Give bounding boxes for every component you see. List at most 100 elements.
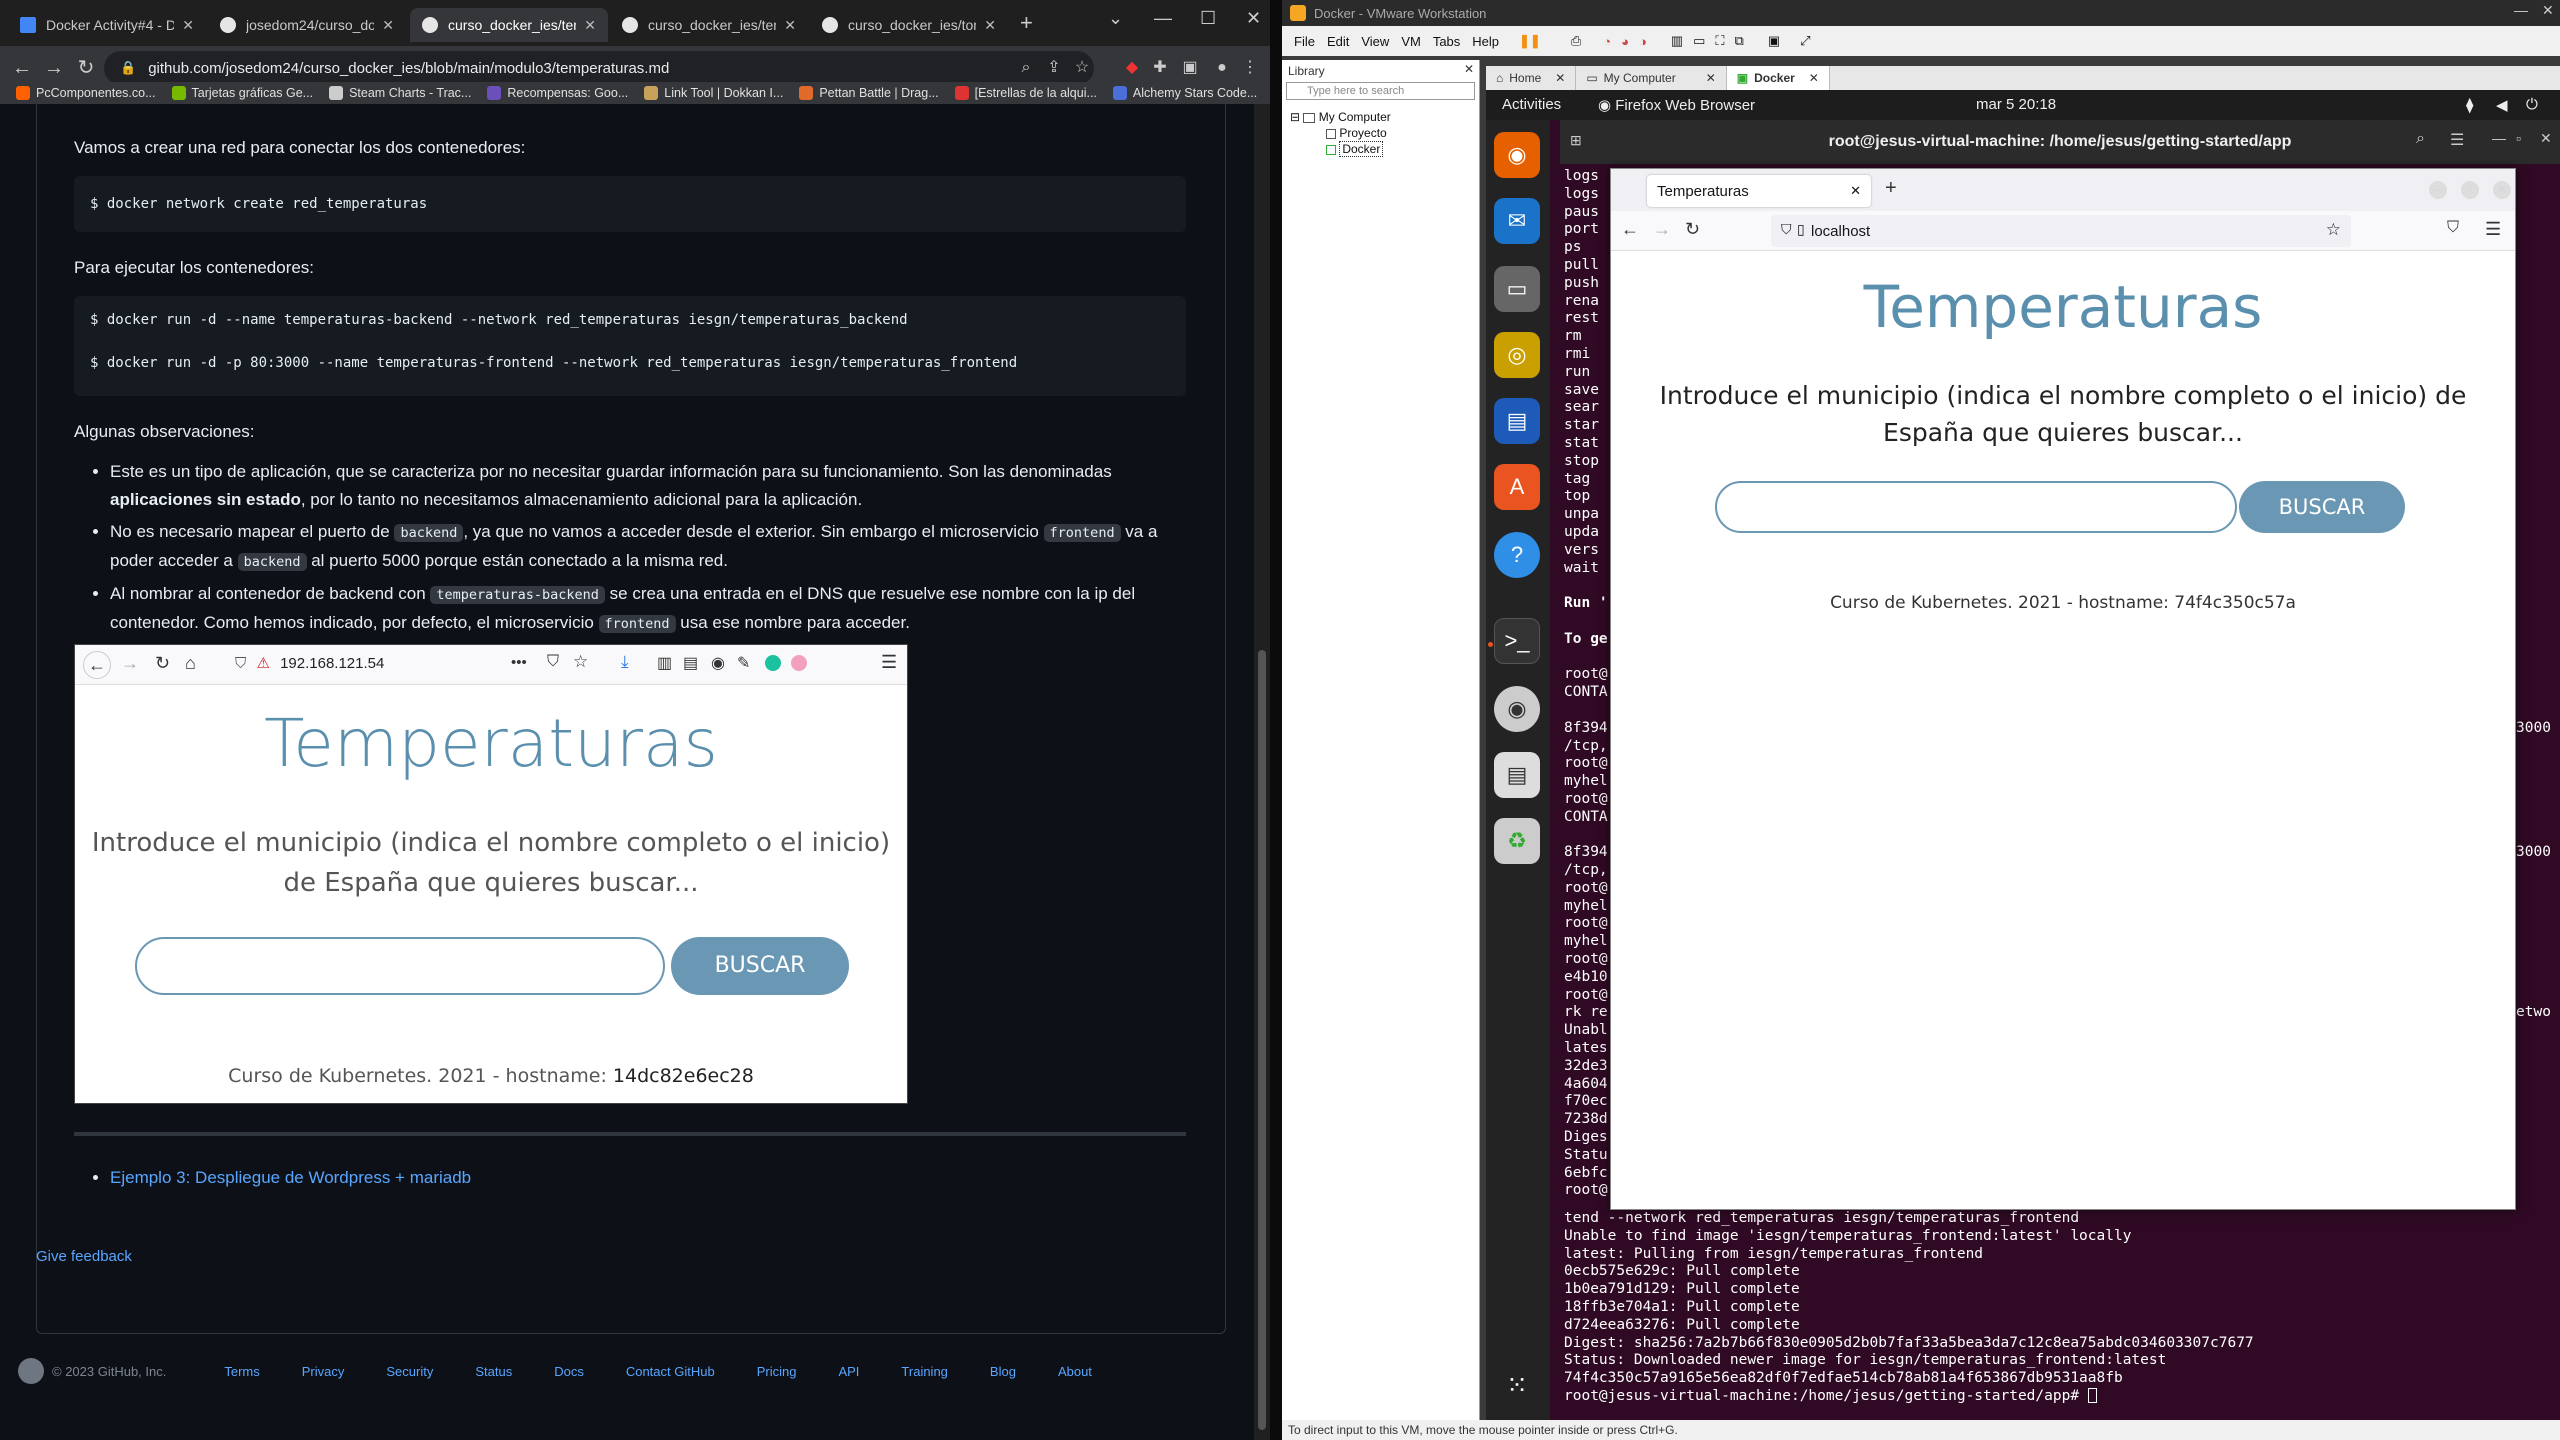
firefox-tab-temperaturas[interactable]: Temperaturas ✕ [1647, 175, 1871, 207]
terminal-close-icon[interactable]: ✕ [2540, 130, 2552, 147]
footer-link-training[interactable]: Training [901, 1364, 947, 1379]
tree-item-docker[interactable]: Docker [1282, 141, 1479, 157]
footer-link-about[interactable]: About [1058, 1364, 1092, 1379]
thunderbird-dock-icon[interactable]: ✉ [1494, 198, 1540, 244]
sidepanel-icon[interactable]: ▣ [1176, 54, 1204, 82]
library-close-icon[interactable]: ✕ [1464, 62, 1474, 76]
puzzle-icon[interactable]: ✚ [1146, 54, 1174, 82]
snapshot-icon[interactable]: ◔ [1603, 34, 1611, 49]
footer-link-privacy[interactable]: Privacy [302, 1364, 345, 1379]
vmware-minimize-icon[interactable]: — [2514, 2, 2528, 18]
firefox-app-menu[interactable]: ◉ Firefox Web Browser [1598, 96, 1755, 114]
footer-link-contact[interactable]: Contact GitHub [626, 1364, 715, 1379]
maximize-icon[interactable]: ☐ [1200, 8, 1216, 29]
buscar-button[interactable]: BUSCAR [2239, 481, 2405, 533]
power-icon[interactable]: ⏻ [2526, 96, 2538, 113]
ff-reload-icon[interactable]: ↻ [1685, 219, 1700, 240]
help-dock-icon[interactable]: ? [1494, 532, 1540, 578]
firefox-dock-icon[interactable]: ◉ [1494, 132, 1540, 178]
unity-icon[interactable]: ⧉ [1735, 33, 1744, 49]
new-tab-button[interactable]: + [1020, 10, 1033, 36]
terminal-search-icon[interactable]: ⌕ [2416, 130, 2425, 148]
close-tab-icon[interactable]: ✕ [984, 17, 996, 34]
vmware-close-icon[interactable]: ✕ [2542, 2, 2554, 19]
bookmark-steam-charts[interactable]: Steam Charts - Trac... [329, 86, 471, 100]
chrome-tab-github-3[interactable]: curso_docker_ies/temper ✕ [610, 8, 808, 42]
close-tab-icon[interactable]: ✕ [584, 17, 596, 34]
forward-icon[interactable]: → [40, 54, 68, 82]
tab-search-icon[interactable]: ⌄ [1108, 8, 1123, 29]
menu-view[interactable]: View [1361, 34, 1389, 49]
footer-link-pricing[interactable]: Pricing [757, 1364, 797, 1379]
next-example-link[interactable]: Ejemplo 3: Despliegue de Wordpress + mar… [110, 1168, 471, 1187]
terminal-maximize-icon[interactable]: ▫ [2516, 130, 2521, 146]
share-icon[interactable]: ⇪ [1040, 54, 1068, 82]
tree-item-proyecto[interactable]: Proyecto [1282, 126, 1479, 140]
console-view-icon[interactable]: ▣ [1768, 33, 1780, 49]
close-tab-icon[interactable]: ✕ [382, 17, 394, 34]
firefox-new-tab-button[interactable]: + [1885, 177, 1897, 200]
close-tab-icon[interactable]: ✕ [784, 17, 796, 34]
close-tab-icon[interactable]: ✕ [1706, 71, 1716, 85]
firefox-window[interactable]: Temperaturas ✕ + — ▫ ✕ ← → ↻ ⛉ ▯ localho… [1610, 168, 2516, 1210]
firefox-maximize-icon[interactable]: ▫ [2461, 181, 2479, 199]
bookmark-dokkan[interactable]: Link Tool | Dokkan I... [644, 86, 783, 100]
tree-item-my-computer[interactable]: ⊟ My Computer [1282, 110, 1479, 124]
trash-dock-icon[interactable]: ♻ [1494, 818, 1540, 864]
firefox-close-icon[interactable]: ✕ [2493, 181, 2511, 199]
activities-button[interactable]: Activities [1502, 96, 1561, 113]
bookmark-tarjetas[interactable]: Tarjetas gráficas Ge... [171, 86, 313, 100]
disk-dock-icon[interactable]: ▤ [1494, 752, 1540, 798]
dvd-dock-icon[interactable]: ◉ [1494, 686, 1540, 732]
back-icon[interactable]: ← [8, 54, 36, 82]
reload-icon[interactable]: ↻ [72, 54, 100, 82]
menu-kebab-icon[interactable]: ⋮ [1236, 54, 1264, 82]
files-dock-icon[interactable]: ▭ [1494, 266, 1540, 312]
star-icon[interactable]: ☆ [1068, 54, 1096, 82]
close-window-icon[interactable]: ✕ [1246, 8, 1261, 29]
send-ctrl-alt-del-icon[interactable]: ⎙ [1571, 33, 1581, 49]
close-tab-icon[interactable]: ✕ [1850, 183, 1861, 199]
ff-bookmark-star-icon[interactable]: ☆ [2326, 220, 2341, 240]
footer-link-blog[interactable]: Blog [990, 1364, 1016, 1379]
footer-link-api[interactable]: API [838, 1364, 859, 1379]
terminal-menu-icon[interactable]: ☰ [2450, 130, 2464, 150]
github-logo-icon[interactable] [18, 1358, 44, 1384]
ff-forward-icon[interactable]: → [1653, 219, 1671, 240]
vm-tab-home[interactable]: ⌂ Home ✕ [1486, 66, 1577, 90]
stretch-icon[interactable]: ⤢ [1800, 33, 1810, 49]
software-dock-icon[interactable]: A [1494, 464, 1540, 510]
revert-snapshot-icon[interactable]: ◕ [1621, 34, 1629, 49]
bookmark-recompensas[interactable]: Recompensas: Goo... [487, 86, 628, 100]
bookmark-pettan[interactable]: Pettan Battle | Drag... [799, 86, 939, 100]
ff-address-bar[interactable]: ⛉ ▯ localhost ☆ [1771, 215, 2351, 247]
extension-icon[interactable]: ◆ [1118, 54, 1146, 82]
bookmark-estrellas[interactable]: [Estrellas de la alqui... [954, 86, 1097, 100]
library-search-input[interactable]: Type here to search [1286, 82, 1475, 100]
close-tab-icon[interactable]: ✕ [1809, 71, 1819, 85]
chrome-tab-github-1[interactable]: josedom24/curso_docker ✕ [208, 8, 406, 42]
bookmark-pccomponentes[interactable]: PcComponentes.co... [16, 86, 156, 100]
fullscreen-icon[interactable]: ⛶ [1715, 33, 1724, 49]
profile-avatar-icon[interactable]: ● [1208, 54, 1236, 82]
terminal-dock-icon[interactable]: >_ [1494, 618, 1540, 664]
menu-tabs[interactable]: Tabs [1433, 34, 1460, 49]
vm-tab-docker[interactable]: ▣ Docker ✕ [1726, 66, 1830, 90]
footer-link-terms[interactable]: Terms [224, 1364, 259, 1379]
footer-link-status[interactable]: Status [475, 1364, 512, 1379]
menu-vm[interactable]: VM [1401, 34, 1421, 49]
vm-tab-my-computer[interactable]: ▭ My Computer ✕ [1576, 66, 1727, 90]
pause-icon[interactable]: ❚❚ [1519, 33, 1541, 49]
menu-help[interactable]: Help [1472, 34, 1499, 49]
address-bar[interactable]: 🔒 github.com/josedom24/curso_docker_ies/… [104, 51, 1094, 85]
network-icon[interactable]: ⧫ [2466, 96, 2473, 114]
menu-edit[interactable]: Edit [1327, 34, 1349, 49]
footer-link-security[interactable]: Security [386, 1364, 433, 1379]
close-tab-icon[interactable]: ✕ [182, 17, 194, 34]
chrome-tab-docs[interactable]: Docker Activity#4 - Docu ✕ [8, 8, 206, 42]
give-feedback-link[interactable]: Give feedback [36, 1248, 132, 1265]
footer-link-docs[interactable]: Docs [554, 1364, 584, 1379]
close-tab-icon[interactable]: ✕ [1555, 71, 1565, 85]
menu-file[interactable]: File [1294, 34, 1315, 49]
writer-dock-icon[interactable]: ▤ [1494, 398, 1540, 444]
